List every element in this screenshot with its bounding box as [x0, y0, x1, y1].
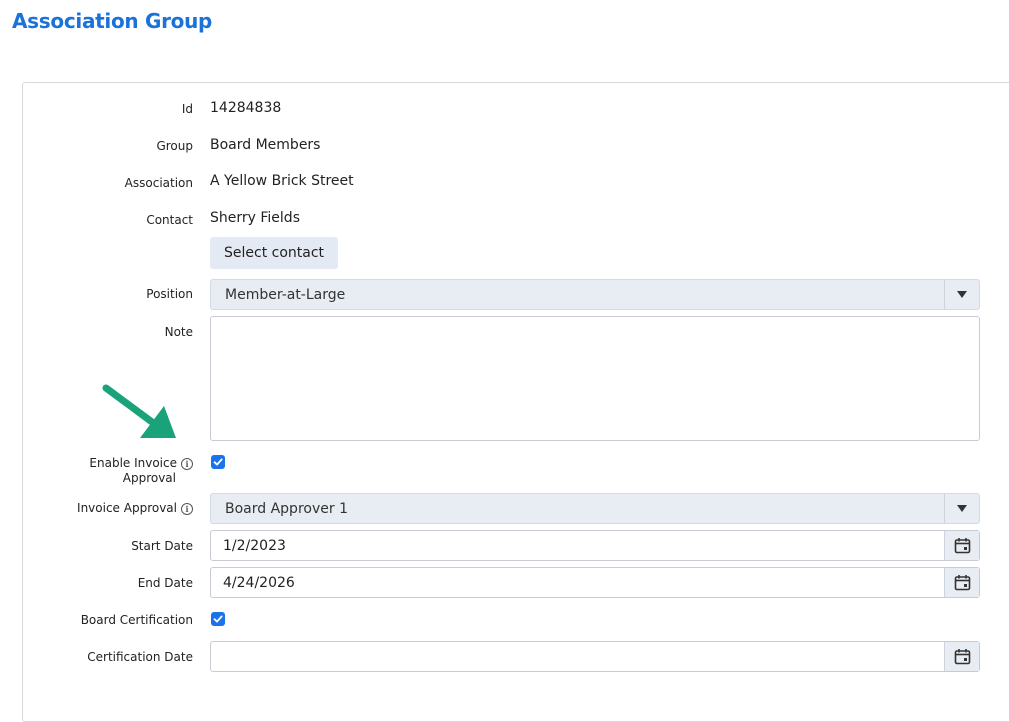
note-textarea[interactable]	[210, 316, 980, 441]
board-certification-label: Board Certification	[80, 613, 193, 627]
contact-value: Sherry Fields	[210, 210, 300, 226]
info-icon[interactable]: i	[181, 502, 193, 515]
start-date-label: Start Date	[131, 539, 193, 553]
invoice-approval-select-value: Board Approver 1	[225, 501, 348, 517]
position-select-value: Member-at-Large	[225, 287, 346, 303]
position-label: Position	[146, 287, 193, 301]
end-date-label: End Date	[137, 576, 193, 590]
chevron-down-icon	[957, 505, 967, 512]
group-label: Group	[156, 139, 193, 153]
certification-date-input[interactable]	[210, 641, 980, 672]
invoice-approval-label: Invoice Approval i	[77, 501, 193, 516]
group-value: Board Members	[210, 137, 321, 153]
select-contact-button[interactable]: Select contact	[210, 237, 339, 269]
invoice-approval-select[interactable]: Board Approver 1	[210, 493, 980, 524]
invoice-approval-dropdown-button[interactable]	[944, 494, 979, 523]
contact-label: Contact	[146, 213, 193, 227]
note-label: Note	[164, 325, 193, 339]
end-date-input[interactable]: 4/24/2026	[210, 567, 980, 598]
checkmark-icon	[213, 615, 223, 623]
checkmark-icon	[213, 458, 223, 466]
calendar-icon	[954, 649, 971, 665]
start-date-calendar-button[interactable]	[944, 531, 979, 560]
info-icon[interactable]: i	[181, 457, 193, 470]
certification-date-calendar-button[interactable]	[944, 642, 979, 671]
certification-date-label: Certification Date	[87, 650, 193, 664]
id-value: 14284838	[210, 100, 282, 116]
start-date-input[interactable]: 1/2/2023	[210, 530, 980, 561]
start-date-value: 1/2/2023	[223, 538, 286, 554]
association-label: Association	[124, 176, 193, 190]
calendar-icon	[954, 575, 971, 591]
calendar-icon	[954, 538, 971, 554]
board-certification-checkbox[interactable]	[211, 612, 225, 626]
end-date-calendar-button[interactable]	[944, 568, 979, 597]
enable-invoice-approval-checkbox[interactable]	[211, 455, 225, 469]
association-value: A Yellow Brick Street	[210, 173, 354, 189]
page-title: Association Group	[12, 9, 213, 33]
enable-invoice-approval-label: Enable Invoice i Approval	[89, 456, 193, 486]
position-select[interactable]: Member-at-Large	[210, 279, 980, 310]
annotation-arrow-icon	[102, 384, 176, 438]
position-dropdown-button[interactable]	[944, 280, 979, 309]
end-date-value: 4/24/2026	[223, 575, 295, 591]
id-label: Id	[181, 102, 193, 116]
chevron-down-icon	[957, 291, 967, 298]
